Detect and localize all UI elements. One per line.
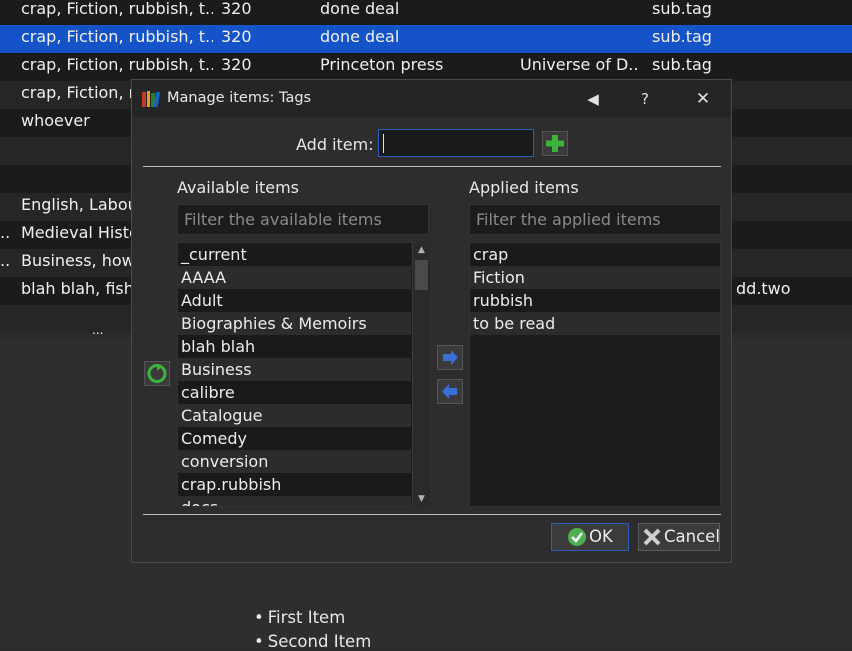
applied-list-item[interactable]: to be read — [470, 312, 720, 335]
ok-button[interactable]: OK — [551, 523, 629, 551]
available-list-item[interactable]: calibre — [178, 381, 411, 404]
applied-items-list[interactable]: crap Fiction rubbish to be read — [469, 242, 721, 507]
available-list-item[interactable]: Adult — [178, 289, 411, 312]
cancel-label: Cancel — [664, 527, 720, 546]
table-row[interactable]: crap, Fiction, rubbish, t... 320 Princeton… — [0, 53, 852, 81]
close-button[interactable]: ✕ — [688, 87, 718, 111]
manage-tags-dialog: Manage items: Tags ◀ ? ✕ Add item: Avail… — [131, 79, 732, 563]
cancel-x-icon — [643, 528, 661, 546]
table-cell-tags: crap, Fiction, rubbish, t... — [21, 55, 213, 74]
available-items-list[interactable]: _current AAAA Adult Biographies & Memoirs bl… — [177, 242, 429, 507]
available-list-item[interactable]: docs — [178, 496, 411, 506]
table-cell-extra: sub.tag — [652, 0, 712, 18]
applied-list-item[interactable]: rubbish — [470, 289, 720, 312]
ok-label: OK — [589, 527, 613, 546]
available-list-item[interactable]: blah blah — [178, 335, 411, 358]
apply-item-button[interactable] — [437, 345, 463, 370]
applied-filter-input[interactable]: Filter the applied items — [469, 204, 721, 235]
scroll-thumb[interactable] — [415, 260, 428, 290]
available-list-scrollbar[interactable]: ▲ ▼ — [412, 242, 430, 507]
calibre-books-icon — [142, 91, 161, 108]
dialog-title: Manage items: Tags — [167, 90, 312, 106]
table-cell-prefix: .. — [0, 223, 11, 242]
table-cell-publisher — [520, 25, 640, 53]
bullet-item-1: First Item — [254, 608, 346, 627]
table-cell-publisher: Universe of D... — [520, 55, 640, 74]
applied-items-label: Applied items — [469, 178, 579, 197]
plus-icon — [546, 135, 564, 152]
bottom-separator — [143, 514, 721, 515]
available-list-item[interactable]: Business — [178, 358, 411, 381]
table-cell-prefix: .. — [0, 251, 11, 270]
table-row[interactable]: crap, Fiction, rubbish, t... 320 done deal… — [0, 25, 852, 53]
unapply-item-button[interactable] — [437, 379, 463, 404]
delete-unused-button[interactable] — [144, 361, 170, 386]
available-list-item[interactable]: Comedy — [178, 427, 411, 450]
table-cell-status: done deal — [320, 27, 400, 46]
top-separator — [143, 166, 721, 167]
table-cell-status: Princeton press — [320, 55, 444, 74]
help-button[interactable]: ? — [630, 87, 660, 111]
text-caret — [383, 134, 384, 153]
table-cell-size: 320 — [221, 0, 252, 18]
table-cell-tags: crap, Fiction, rubbish, t... — [21, 27, 213, 46]
checkmark-icon — [568, 528, 586, 546]
table-cell-publisher — [520, 0, 640, 25]
table-cell-extra: dd.two — [736, 279, 791, 298]
table-cell-tags: crap, Fiction, rubbish, t... — [21, 0, 213, 18]
add-item-label: Add item: — [296, 135, 374, 154]
back-arrow-icon[interactable]: ◀ — [578, 87, 608, 111]
add-item-button[interactable] — [542, 131, 568, 156]
table-row[interactable]: crap, Fiction, rubbish, t... 320 done deal… — [0, 0, 852, 25]
recycle-icon — [147, 364, 167, 383]
add-item-label-text: Add item: — [296, 135, 374, 154]
applied-list-item[interactable]: Fiction — [470, 266, 720, 289]
table-ellipsis: ... — [92, 324, 104, 337]
add-item-input[interactable] — [378, 129, 534, 157]
table-cell-extra: sub.tag — [652, 55, 712, 74]
scroll-down-arrow-icon[interactable]: ▼ — [413, 491, 430, 507]
table-cell-extra: sub.tag — [652, 27, 712, 46]
bullet-item-2: Second Item — [254, 632, 372, 651]
table-cell-size: 320 — [221, 27, 252, 46]
available-list-item[interactable]: Catalogue — [178, 404, 411, 427]
applied-list-item[interactable]: crap — [470, 243, 720, 266]
available-list-item[interactable]: conversion — [178, 450, 411, 473]
available-list-item[interactable]: Biographies & Memoirs — [178, 312, 411, 335]
available-list-item[interactable]: _current — [178, 243, 411, 266]
table-cell-status: done deal — [320, 0, 400, 18]
available-list-item[interactable]: AAAA — [178, 266, 411, 289]
available-items-label: Available items — [177, 178, 299, 197]
table-cell-size: 320 — [221, 55, 252, 74]
available-filter-input[interactable]: Filter the available items — [177, 204, 429, 235]
dialog-titlebar: Manage items: Tags ◀ ? ✕ — [132, 80, 731, 118]
scroll-up-arrow-icon[interactable]: ▲ — [413, 242, 430, 258]
cancel-button[interactable]: Cancel — [638, 523, 720, 551]
arrow-right-icon — [443, 350, 458, 365]
arrow-left-icon — [442, 384, 457, 399]
available-list-item[interactable]: crap.rubbish — [178, 473, 411, 496]
